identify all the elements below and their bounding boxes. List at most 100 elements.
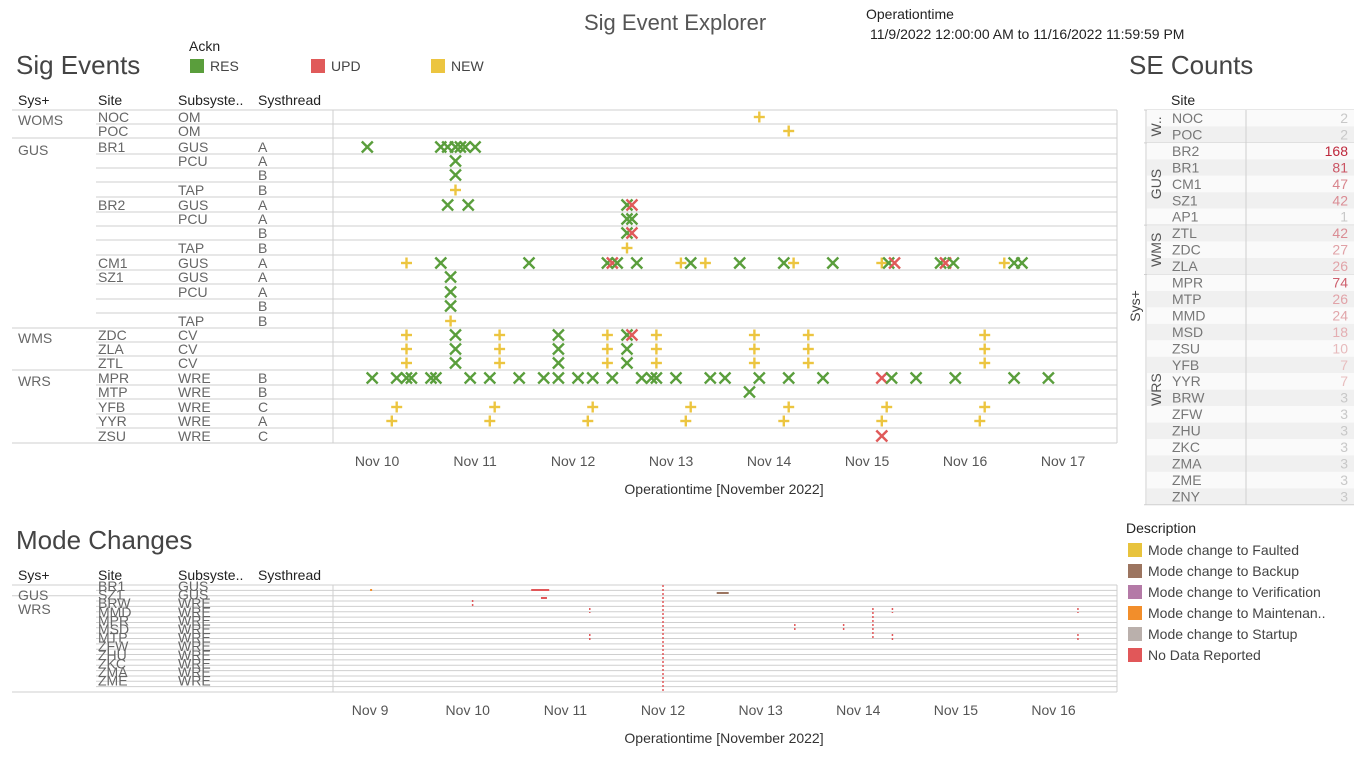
event-mark-res[interactable] [586, 371, 600, 385]
event-mark-new[interactable] [783, 401, 795, 413]
event-mark-res[interactable] [365, 371, 379, 385]
event-mark-new[interactable] [650, 357, 662, 369]
event-mark-new[interactable] [494, 357, 506, 369]
event-mark-new[interactable] [998, 257, 1010, 269]
mc-mode-mark[interactable] [540, 597, 547, 599]
event-mark-new[interactable] [601, 357, 613, 369]
event-mark-res[interactable] [444, 299, 457, 313]
event-mark-new[interactable] [974, 415, 986, 427]
event-mark-res[interactable] [449, 356, 462, 370]
event-mark-res[interactable] [620, 356, 634, 370]
event-mark-res[interactable] [782, 371, 796, 385]
legend-upd[interactable]: UPD [311, 58, 361, 74]
event-mark-res[interactable] [703, 371, 717, 385]
event-mark-res[interactable] [630, 256, 644, 270]
event-mark-res[interactable] [684, 256, 698, 270]
event-mark-new[interactable] [685, 401, 697, 413]
event-mark-res[interactable] [669, 371, 683, 385]
event-mark-res[interactable] [552, 328, 565, 342]
event-mark-res[interactable] [449, 328, 462, 342]
event-mark-res[interactable] [885, 371, 898, 385]
event-mark-res[interactable] [449, 168, 462, 182]
description-legend-item[interactable]: Mode change to Maintenan.. [1128, 602, 1364, 623]
event-mark-res[interactable] [620, 342, 634, 356]
description-legend-item[interactable]: Mode change to Startup [1128, 623, 1364, 644]
mc-mode-mark[interactable] [370, 589, 373, 591]
event-mark-res[interactable] [552, 342, 565, 356]
event-mark-res[interactable] [468, 140, 482, 154]
event-mark-res[interactable] [360, 140, 374, 154]
event-mark-res[interactable] [552, 356, 565, 370]
event-mark-res[interactable] [552, 371, 565, 385]
event-mark-res[interactable] [1007, 371, 1021, 385]
event-mark-new[interactable] [748, 343, 760, 355]
event-mark-upd[interactable] [888, 256, 901, 270]
event-mark-new[interactable] [881, 401, 893, 413]
event-mark-upd[interactable] [875, 371, 889, 385]
legend-new[interactable]: NEW [431, 58, 484, 74]
event-mark-res[interactable] [635, 371, 649, 385]
event-mark-new[interactable] [979, 401, 991, 413]
event-mark-new[interactable] [675, 257, 687, 269]
mc-mode-mark[interactable] [531, 589, 550, 591]
event-mark-res[interactable] [444, 270, 457, 284]
event-mark-new[interactable] [788, 257, 800, 269]
description-legend-item[interactable]: No Data Reported [1128, 644, 1364, 665]
event-mark-new[interactable] [445, 315, 457, 327]
event-mark-res[interactable] [441, 198, 455, 212]
mode-changes-chart[interactable]: GUSWRSBR1 GUSSZ1 GUSBRW WREMMD WREMPR WREMSD W… [0, 580, 1125, 750]
description-legend-item[interactable]: Mode change to Backup [1128, 560, 1364, 581]
event-mark-new[interactable] [494, 329, 506, 341]
event-mark-new[interactable] [401, 329, 412, 341]
event-mark-new[interactable] [587, 401, 599, 413]
event-mark-res[interactable] [522, 256, 536, 270]
description-legend-item[interactable]: Mode change to Faulted [1128, 539, 1364, 560]
event-mark-res[interactable] [948, 371, 962, 385]
event-mark-new[interactable] [484, 415, 496, 427]
event-mark-new[interactable] [386, 415, 398, 427]
event-mark-res[interactable] [1015, 256, 1029, 270]
event-mark-res[interactable] [483, 371, 497, 385]
event-mark-new[interactable] [650, 329, 662, 341]
event-mark-new[interactable] [699, 257, 711, 269]
event-mark-res[interactable] [777, 256, 791, 270]
sig-events-chart[interactable]: WOMS NOC OMPOC OMGUS BR1 GUS APCU ABTAP BBR2 GUS A… [0, 100, 1125, 500]
event-mark-new[interactable] [979, 329, 991, 341]
event-mark-new[interactable] [979, 357, 991, 369]
event-mark-res[interactable] [1042, 371, 1055, 385]
event-mark-res[interactable] [733, 256, 747, 270]
event-mark-res[interactable] [537, 371, 551, 385]
mc-mode-mark[interactable] [716, 592, 729, 594]
event-mark-new[interactable] [680, 415, 692, 427]
event-mark-res[interactable] [605, 371, 619, 385]
event-mark-new[interactable] [401, 343, 412, 355]
event-mark-new[interactable] [876, 415, 888, 427]
event-mark-new[interactable] [494, 343, 506, 355]
event-mark-new[interactable] [489, 401, 501, 413]
event-mark-new[interactable] [450, 184, 461, 196]
event-mark-res[interactable] [752, 371, 766, 385]
event-mark-new[interactable] [802, 343, 814, 355]
event-mark-res[interactable] [718, 371, 732, 385]
event-mark-new[interactable] [748, 357, 760, 369]
event-mark-new[interactable] [391, 401, 403, 413]
event-mark-res[interactable] [434, 256, 448, 270]
event-mark-res[interactable] [390, 371, 404, 385]
event-mark-res[interactable] [909, 371, 923, 385]
event-mark-new[interactable] [621, 242, 633, 254]
event-mark-new[interactable] [601, 343, 613, 355]
event-mark-res[interactable] [512, 371, 526, 385]
description-legend-item[interactable]: Mode change to Verification [1128, 581, 1364, 602]
event-mark-new[interactable] [582, 415, 594, 427]
event-mark-new[interactable] [601, 329, 613, 341]
event-mark-new[interactable] [783, 125, 795, 137]
event-mark-res[interactable] [571, 371, 585, 385]
event-mark-res[interactable] [461, 198, 475, 212]
event-mark-upd[interactable] [875, 429, 889, 443]
event-mark-new[interactable] [778, 415, 790, 427]
se-counts-table[interactable]: NOC 2 POC 2 W.. BR2 168 BR1 81 CM1 47 SZ1 42 AP1 1 GUS Z… [1124, 100, 1360, 510]
range-value[interactable]: 11/9/2022 12:00:00 AM to 11/16/2022 11:5… [870, 26, 1184, 42]
event-mark-res[interactable] [449, 342, 462, 356]
event-mark-new[interactable] [650, 343, 662, 355]
event-mark-new[interactable] [802, 329, 814, 341]
